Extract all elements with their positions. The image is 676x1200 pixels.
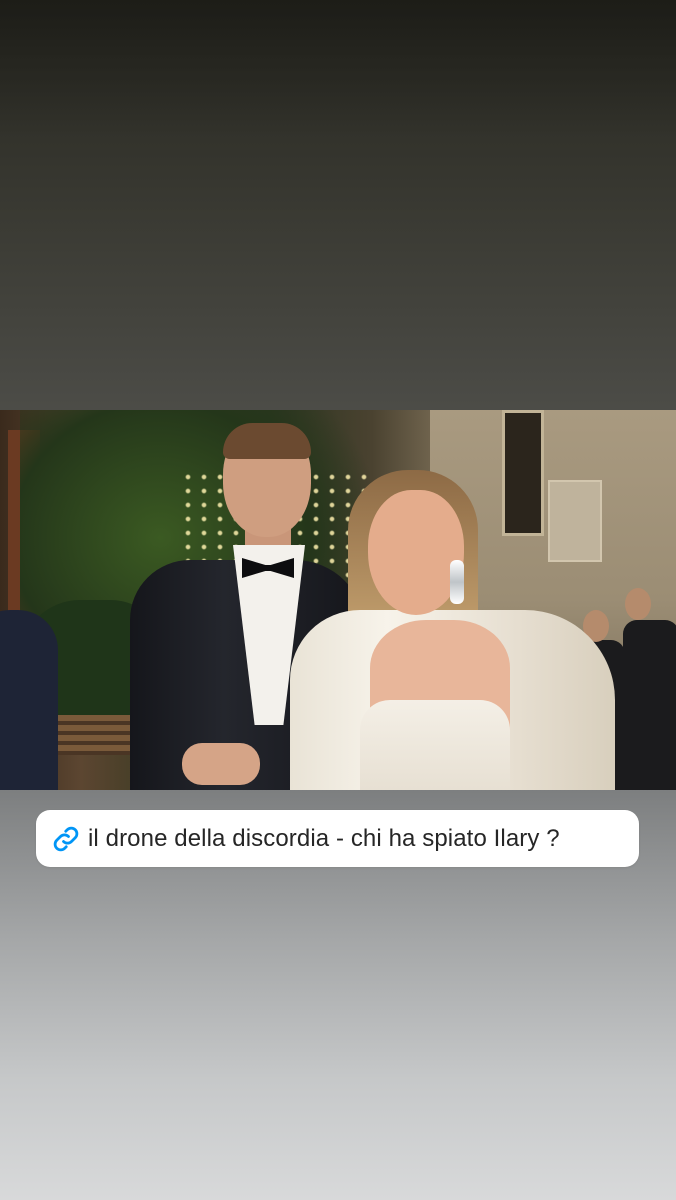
story-photo [0,410,676,790]
photo-person-edge [0,610,58,790]
woman-dress [360,700,510,790]
photo-woman-white-dress [290,470,620,790]
bg-person-head [625,588,651,620]
man-hand [182,743,260,785]
link-icon [50,823,82,855]
man-hair [223,423,311,459]
link-sticker-text: il drone della discordia - chi ha spiato… [88,824,560,852]
woman-earring [450,560,464,604]
story-viewer[interactable]: il drone della discordia - chi ha spiato… [0,0,676,1200]
top-gradient-overlay [0,0,676,140]
link-sticker[interactable]: il drone della discordia - chi ha spiato… [36,810,639,867]
bg-person-body [623,620,676,790]
